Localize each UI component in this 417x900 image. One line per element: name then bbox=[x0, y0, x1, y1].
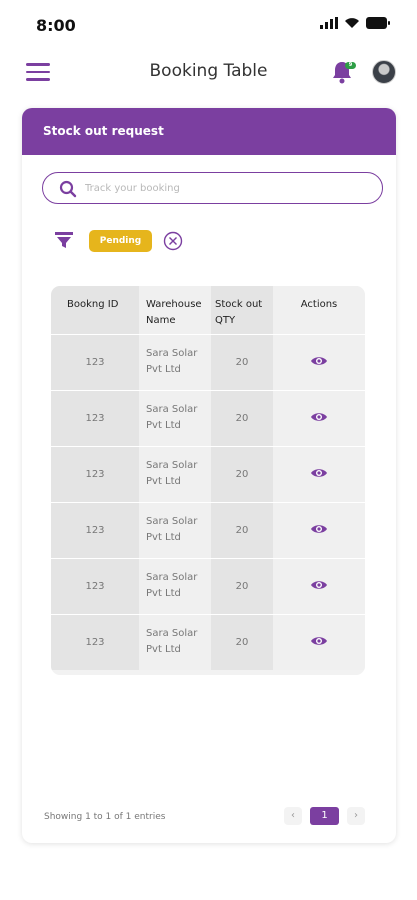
warehouse-name-cell: Sara Solar Pvt Ltd bbox=[139, 502, 211, 559]
clear-filter-icon[interactable] bbox=[163, 231, 183, 251]
view-icon[interactable] bbox=[310, 355, 328, 367]
status-bar: 8:00 bbox=[0, 0, 417, 50]
card-title: Stock out request bbox=[22, 108, 396, 155]
column-header-stock-out-qty: Stock out QTY bbox=[211, 286, 273, 335]
view-icon[interactable] bbox=[310, 467, 328, 479]
stock-out-qty-cell: 20 bbox=[211, 558, 273, 615]
view-icon[interactable] bbox=[310, 635, 328, 647]
entries-info: Showing 1 to 1 of 1 entries bbox=[44, 812, 166, 822]
booking-table: Bookng ID Warehouse Name Stock out QTY A… bbox=[51, 286, 365, 675]
table-row: 123 Sara Solar Pvt Ltd 20 bbox=[51, 334, 365, 391]
stock-out-qty-cell: 20 bbox=[211, 502, 273, 559]
status-time: 8:00 bbox=[36, 16, 76, 35]
booking-id-cell: 123 bbox=[51, 446, 139, 503]
avatar[interactable] bbox=[372, 60, 396, 84]
pagination: ‹ 1 › bbox=[284, 807, 365, 825]
app-header: Booking Table 9 bbox=[0, 50, 417, 96]
view-icon[interactable] bbox=[310, 411, 328, 423]
table-row: 123 Sara Solar Pvt Ltd 20 bbox=[51, 390, 365, 447]
column-header-actions: Actions bbox=[273, 286, 365, 335]
actions-cell bbox=[273, 614, 365, 670]
status-icons bbox=[320, 17, 391, 29]
table-row: 123 Sara Solar Pvt Ltd 20 bbox=[51, 614, 365, 670]
booking-id-cell: 123 bbox=[51, 334, 139, 391]
table-row: 123 Sara Solar Pvt Ltd 20 bbox=[51, 446, 365, 503]
actions-cell bbox=[273, 334, 365, 391]
search-box bbox=[42, 172, 383, 204]
table-row: 123 Sara Solar Pvt Ltd 20 bbox=[51, 558, 365, 615]
stock-out-qty-cell: 20 bbox=[211, 390, 273, 447]
actions-cell bbox=[273, 502, 365, 559]
warehouse-name-cell: Sara Solar Pvt Ltd bbox=[139, 334, 211, 391]
stock-out-qty-cell: 20 bbox=[211, 334, 273, 391]
actions-cell bbox=[273, 446, 365, 503]
notification-badge: 9 bbox=[345, 62, 356, 69]
status-filter-chip[interactable]: Pending bbox=[89, 230, 152, 252]
battery-icon bbox=[366, 17, 390, 29]
booking-id-cell: 123 bbox=[51, 558, 139, 615]
filter-icon[interactable] bbox=[54, 231, 74, 249]
wifi-icon bbox=[345, 18, 359, 28]
search-icon bbox=[59, 180, 77, 198]
warehouse-name-cell: Sara Solar Pvt Ltd bbox=[139, 558, 211, 615]
table-header-row: Bookng ID Warehouse Name Stock out QTY A… bbox=[51, 286, 365, 335]
view-icon[interactable] bbox=[310, 579, 328, 591]
actions-cell bbox=[273, 558, 365, 615]
stock-out-qty-cell: 20 bbox=[211, 614, 273, 670]
warehouse-name-cell: Sara Solar Pvt Ltd bbox=[139, 390, 211, 447]
prev-page-button[interactable]: ‹ bbox=[284, 807, 302, 825]
table-row: 123 Sara Solar Pvt Ltd 20 bbox=[51, 502, 365, 559]
search-input[interactable] bbox=[85, 179, 365, 197]
column-header-booking-id: Bookng ID bbox=[51, 286, 139, 335]
column-header-warehouse-name: Warehouse Name bbox=[139, 286, 211, 335]
warehouse-name-cell: Sara Solar Pvt Ltd bbox=[139, 446, 211, 503]
booking-id-cell: 123 bbox=[51, 614, 139, 670]
warehouse-name-cell: Sara Solar Pvt Ltd bbox=[139, 614, 211, 670]
actions-cell bbox=[273, 390, 365, 447]
stock-out-qty-cell: 20 bbox=[211, 446, 273, 503]
page-1-button[interactable]: 1 bbox=[310, 807, 339, 825]
stock-out-request-card: Stock out request Pending Bookng ID Ware… bbox=[22, 108, 396, 843]
booking-id-cell: 123 bbox=[51, 502, 139, 559]
notification-bell-icon[interactable]: 9 bbox=[330, 60, 356, 86]
cellular-signal-icon bbox=[320, 17, 338, 29]
booking-id-cell: 123 bbox=[51, 390, 139, 447]
view-icon[interactable] bbox=[310, 523, 328, 535]
next-page-button[interactable]: › bbox=[347, 807, 365, 825]
